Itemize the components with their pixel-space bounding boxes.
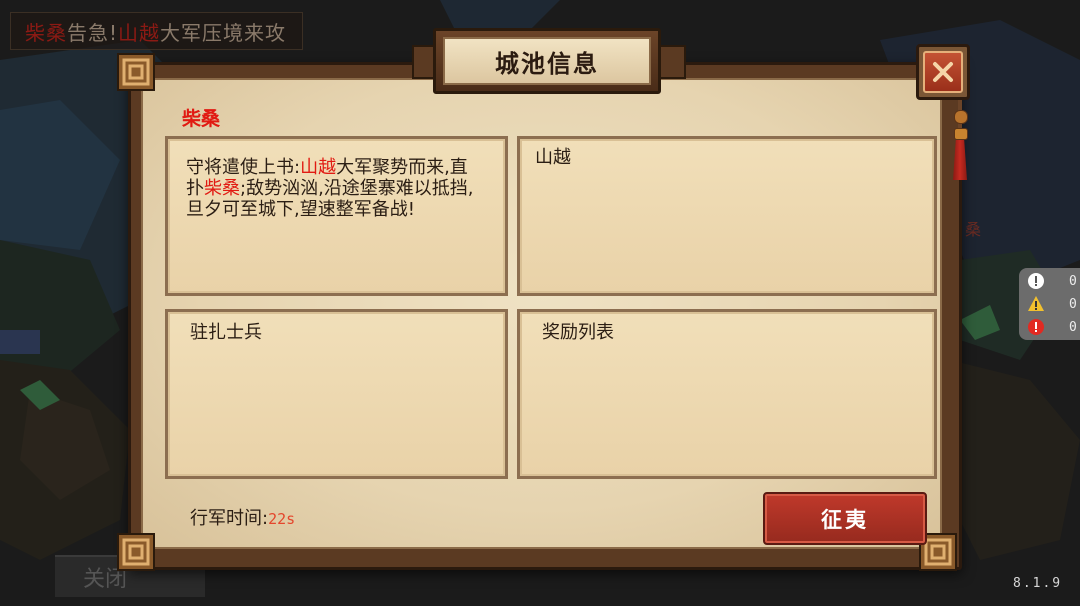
error-icon (1027, 318, 1045, 336)
alert-enemy-name: 山越 (118, 20, 161, 45)
warning-icon (1027, 295, 1045, 313)
message-city: 柴桑 (204, 178, 240, 199)
garrison-card-title: 驻扎士兵 (190, 322, 262, 343)
version-label: 8.1.9 (1013, 576, 1063, 591)
alert-text-suffix: 大军压境来攻 (160, 20, 287, 45)
march-time-label: 行军时间: (190, 508, 269, 529)
close-button[interactable] (916, 44, 970, 100)
enemy-card (517, 136, 937, 296)
march-time-value: 22s (268, 510, 296, 528)
message-enemy: 山越 (300, 157, 337, 178)
error-count: 0 (1069, 319, 1077, 335)
message-part: 守将遣使上书: (186, 157, 301, 178)
tassel-bead (954, 110, 968, 124)
conquer-button[interactable]: 征夷 (763, 492, 927, 545)
status-warning-row: 0 (1027, 294, 1077, 314)
background-map-label: 桑 (965, 220, 982, 239)
alert-city-name: 柴桑 (25, 20, 67, 45)
close-button-face[interactable] (923, 51, 963, 93)
march-time: 行军时间:22s (190, 504, 295, 530)
tassel-knot (954, 128, 968, 140)
info-count: 0 (1069, 273, 1077, 289)
close-icon (933, 62, 953, 82)
city-alert-banner: 柴桑 告急! 山越 大军压境来攻 (10, 12, 304, 50)
info-icon (1027, 272, 1045, 290)
warning-count: 0 (1069, 296, 1077, 312)
alert-text: 告急! (67, 20, 119, 45)
message-text: 守将遣使上书:山越大军聚势而来,直扑柴桑;敌势汹汹,沿途堡寨难以抵挡,旦夕可至城… (186, 157, 478, 220)
rewards-card-title: 奖励列表 (542, 322, 614, 343)
corner-knot-icon (117, 53, 155, 91)
status-error-row: 0 (1027, 317, 1077, 337)
dialog-title: 城池信息 (443, 37, 651, 85)
enemy-card-title: 山越 (535, 147, 571, 168)
status-panel: 0 0 0 (1019, 268, 1080, 340)
city-name: 柴桑 (182, 108, 221, 130)
corner-knot-icon (117, 533, 155, 571)
status-info-row: 0 (1027, 271, 1077, 291)
